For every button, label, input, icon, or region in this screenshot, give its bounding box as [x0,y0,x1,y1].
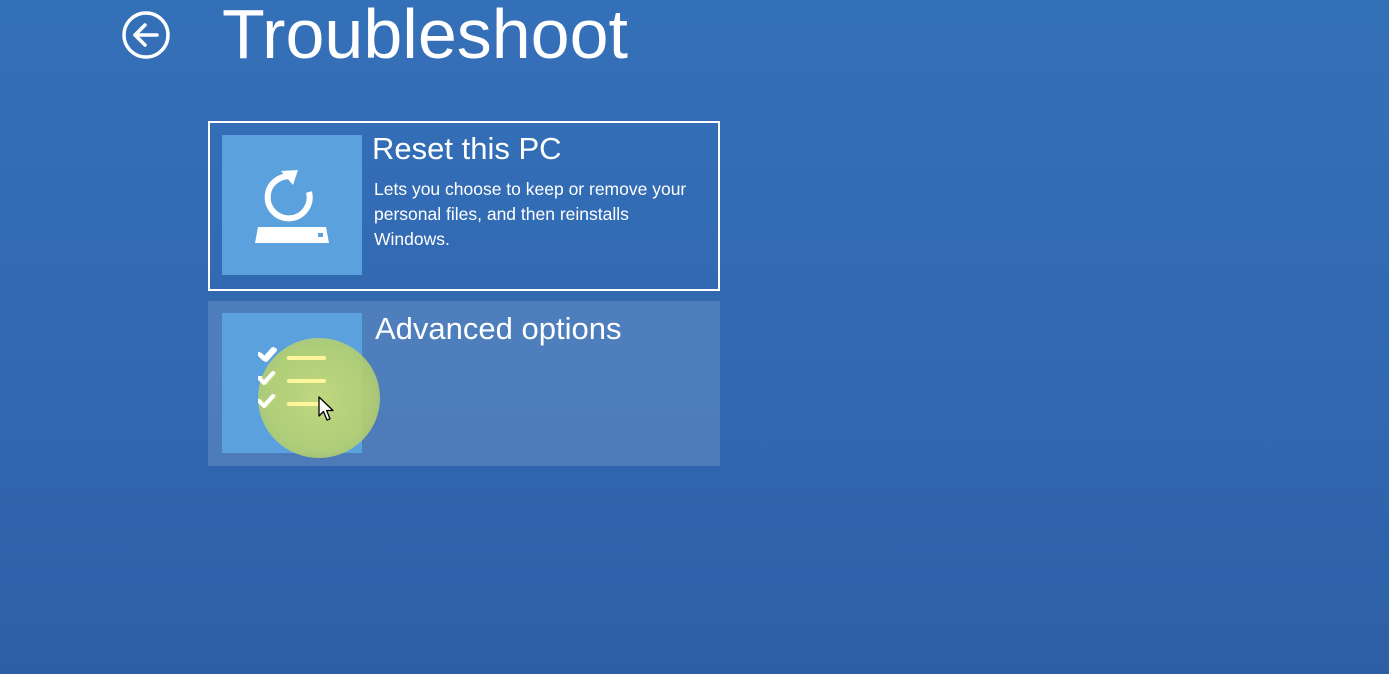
page-title: Troubleshoot [222,0,628,73]
back-arrow-circle-icon [122,11,170,59]
back-button[interactable] [121,10,171,60]
reset-this-pc-option[interactable]: Reset this PC Lets you choose to keep or… [208,121,720,291]
advanced-icon-tile [222,313,362,453]
option-description: Lets you choose to keep or remove your p… [374,179,687,249]
reset-pc-icon [255,170,329,243]
option-title: Reset this PC [372,131,562,166]
checklist-icon [259,348,325,408]
option-title: Advanced options [375,311,622,346]
reset-icon-tile [222,135,362,275]
advanced-options-option[interactable]: Advanced options [208,301,720,466]
